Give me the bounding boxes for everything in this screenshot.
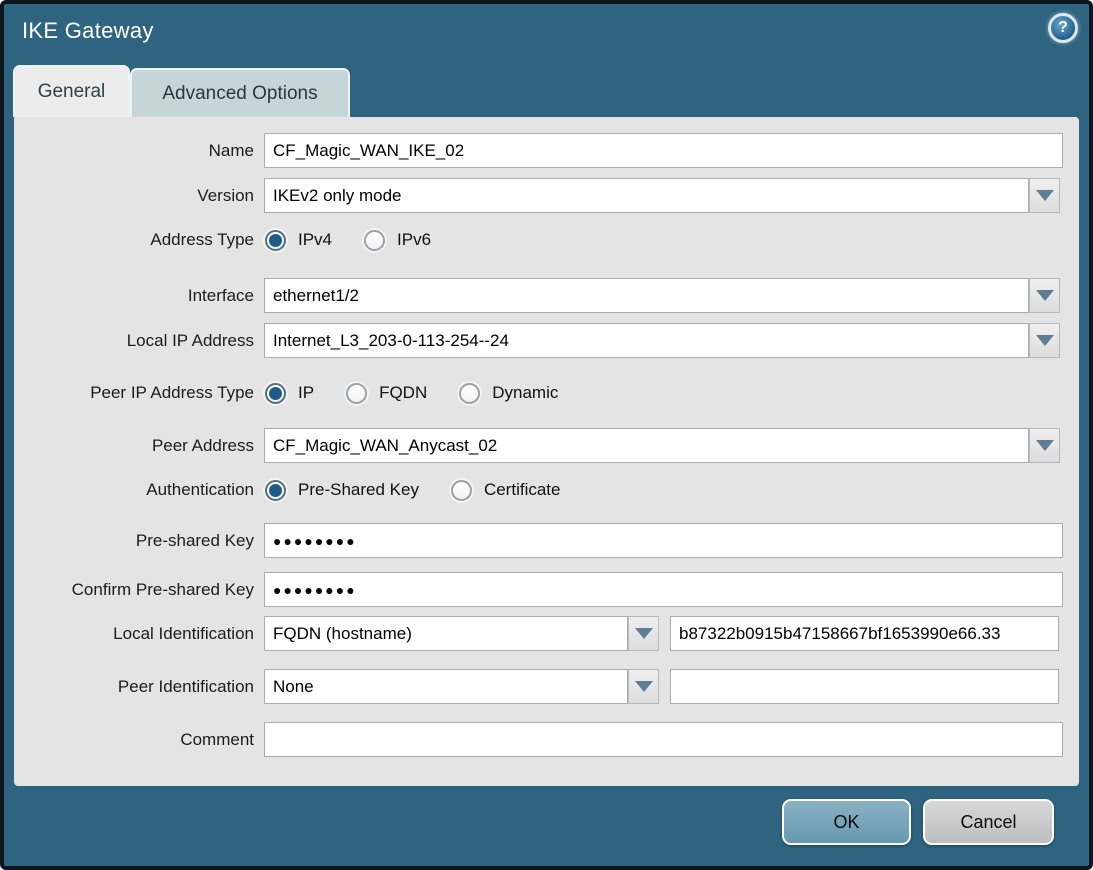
interface-row: Interface ethernet1/2 (14, 278, 1079, 313)
authentication-label: Authentication (14, 476, 254, 504)
address-type-label: Address Type (14, 226, 254, 254)
confirm-pre-shared-key-label: Confirm Pre-shared Key (14, 572, 254, 607)
confirm-pre-shared-key-input[interactable]: ●●●●●●●● (264, 572, 1063, 607)
tab-general[interactable]: General (13, 65, 130, 117)
ipv4-radio[interactable] (265, 230, 286, 251)
help-icon[interactable]: ? (1048, 13, 1078, 43)
peer-address-select[interactable]: CF_Magic_WAN_Anycast_02 (264, 428, 1029, 463)
version-label: Version (14, 178, 254, 213)
local-identification-dropdown-button[interactable] (628, 616, 659, 651)
peer-ip-type-radiogroup: IP FQDN Dynamic (265, 379, 590, 407)
local-identification-label: Local Identification (14, 616, 254, 651)
version-select[interactable]: IKEv2 only mode (264, 178, 1029, 213)
dialog-titlebar: IKE Gateway ? (4, 4, 1089, 62)
version-row: Version IKEv2 only mode (14, 178, 1079, 213)
cancel-button-label: Cancel (960, 812, 1016, 833)
peer-fqdn-radio-label: FQDN (379, 383, 427, 403)
dialog-title: IKE Gateway (22, 18, 154, 44)
ipv6-radio-label: IPv6 (397, 230, 431, 250)
version-dropdown-button[interactable] (1029, 178, 1060, 213)
tab-general-label: General (38, 81, 106, 103)
peer-address-dropdown-button[interactable] (1029, 428, 1060, 463)
comment-row: Comment (14, 722, 1079, 757)
peer-ip-type-label: Peer IP Address Type (14, 379, 254, 407)
pre-shared-key-label: Pre-shared Key (14, 523, 254, 558)
pre-shared-key-row: Pre-shared Key ●●●●●●●● (14, 523, 1079, 558)
peer-fqdn-radio[interactable] (346, 383, 367, 404)
peer-dynamic-radio-label: Dynamic (492, 383, 558, 403)
local-identification-value-input[interactable]: b87322b0915b47158667bf1653990e66.33 (670, 616, 1059, 651)
tab-advanced-options-label: Advanced Options (162, 83, 317, 105)
interface-label: Interface (14, 278, 254, 313)
peer-identification-value-input[interactable] (670, 669, 1059, 704)
ok-button[interactable]: OK (782, 799, 911, 845)
peer-identification-dropdown-button[interactable] (628, 669, 659, 704)
local-ip-dropdown-button[interactable] (1029, 323, 1060, 358)
address-type-row: Address Type IPv4 IPv6 (14, 226, 1079, 254)
peer-identification-label: Peer Identification (14, 669, 254, 704)
name-input[interactable]: CF_Magic_WAN_IKE_02 (264, 133, 1063, 168)
cancel-button[interactable]: Cancel (923, 799, 1054, 845)
peer-identification-type-select[interactable]: None (264, 669, 628, 704)
pre-shared-key-radio[interactable] (265, 480, 286, 501)
peer-address-row: Peer Address CF_Magic_WAN_Anycast_02 (14, 428, 1079, 463)
local-ip-select[interactable]: Internet_L3_203-0-113-254--24 (264, 323, 1029, 358)
peer-ip-radio[interactable] (265, 383, 286, 404)
peer-dynamic-radio[interactable] (459, 383, 480, 404)
certificate-radio-label: Certificate (484, 480, 561, 500)
peer-ip-type-row: Peer IP Address Type IP FQDN Dynamic (14, 379, 1079, 407)
ipv4-radio-label: IPv4 (298, 230, 332, 250)
local-identification-row: Local Identification FQDN (hostname) b87… (14, 616, 1079, 651)
local-ip-label: Local IP Address (14, 323, 254, 358)
ike-gateway-dialog: IKE Gateway ? General Advanced Options N… (0, 0, 1093, 870)
certificate-radio[interactable] (451, 480, 472, 501)
local-ip-row: Local IP Address Internet_L3_203-0-113-2… (14, 323, 1079, 358)
comment-label: Comment (14, 722, 254, 757)
ok-button-label: OK (833, 812, 859, 833)
general-tab-panel: Name CF_Magic_WAN_IKE_02 Version IKEv2 o… (14, 117, 1079, 786)
ipv6-radio[interactable] (364, 230, 385, 251)
tab-advanced-options[interactable]: Advanced Options (130, 68, 350, 117)
peer-identification-row: Peer Identification None (14, 669, 1079, 704)
local-identification-type-select[interactable]: FQDN (hostname) (264, 616, 628, 651)
confirm-pre-shared-key-row: Confirm Pre-shared Key ●●●●●●●● (14, 572, 1079, 607)
interface-select[interactable]: ethernet1/2 (264, 278, 1029, 313)
interface-dropdown-button[interactable] (1029, 278, 1060, 313)
name-row: Name CF_Magic_WAN_IKE_02 (14, 133, 1079, 168)
name-label: Name (14, 133, 254, 168)
authentication-row: Authentication Pre-Shared Key Certificat… (14, 476, 1079, 504)
address-type-radiogroup: IPv4 IPv6 (265, 226, 463, 254)
comment-input[interactable] (264, 722, 1063, 757)
pre-shared-key-radio-label: Pre-Shared Key (298, 480, 419, 500)
pre-shared-key-input[interactable]: ●●●●●●●● (264, 523, 1063, 558)
peer-ip-radio-label: IP (298, 383, 314, 403)
authentication-radiogroup: Pre-Shared Key Certificate (265, 476, 592, 504)
peer-address-label: Peer Address (14, 428, 254, 463)
